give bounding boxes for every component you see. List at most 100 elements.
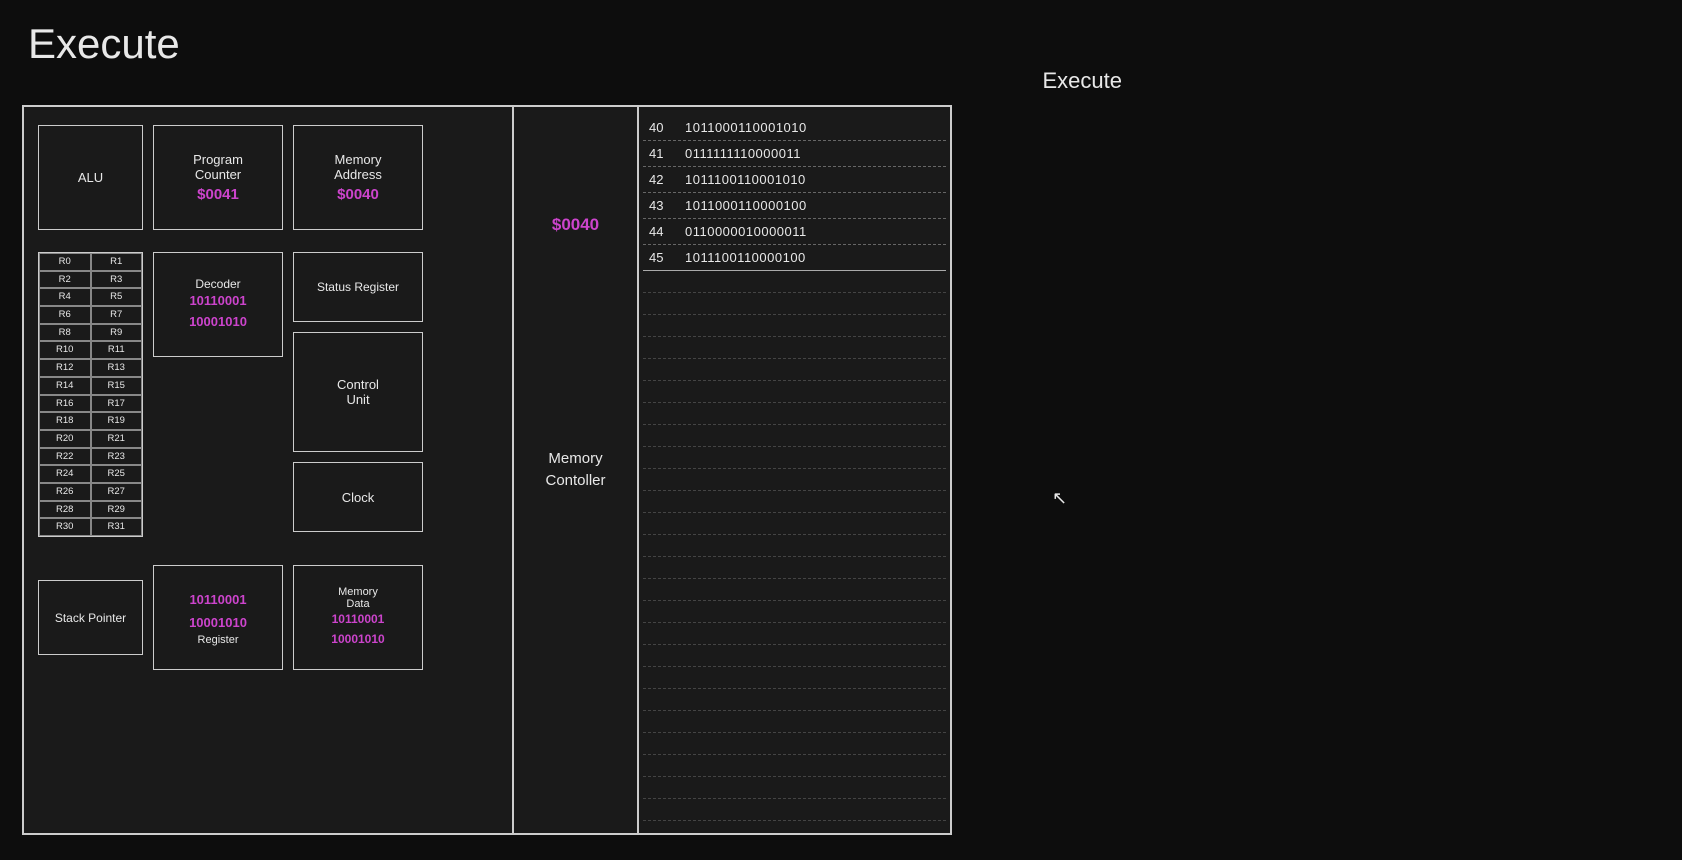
- reg-r10: R10: [39, 341, 91, 359]
- memory-address-display: $0040: [552, 215, 599, 235]
- mc-inner: $0040 Memory Contoller: [514, 107, 637, 833]
- empty-row-16: [643, 601, 946, 623]
- empty-row-20: [643, 689, 946, 711]
- empty-row-7: [643, 403, 946, 425]
- empty-row-5: [643, 359, 946, 381]
- empty-row-10: [643, 469, 946, 491]
- reg-r28: R28: [39, 501, 91, 519]
- reg-r17: R17: [91, 395, 143, 413]
- reg-r4: R4: [39, 288, 91, 306]
- reg-r27: R27: [91, 483, 143, 501]
- empty-row-8: [643, 425, 946, 447]
- empty-row-23: [643, 755, 946, 777]
- reg-r12: R12: [39, 359, 91, 377]
- empty-row-17: [643, 623, 946, 645]
- reg-r22: R22: [39, 448, 91, 466]
- memory-row-45: 45 1011100110000100: [643, 245, 946, 271]
- status-register-box: Status Register: [293, 252, 423, 322]
- reg-r14: R14: [39, 377, 91, 395]
- cursor: ↖: [1052, 488, 1067, 509]
- empty-row-13: [643, 535, 946, 557]
- cpu-middle-area: R0 R1 R2 R3 R4 R5 R6 R7 R8 R9 R10 R11 R1…: [38, 252, 498, 537]
- ir-binary1: 10110001: [189, 589, 247, 611]
- clock-label: Clock: [342, 490, 375, 505]
- alu-box: ALU: [38, 125, 143, 230]
- reg-r18: R18: [39, 412, 91, 430]
- reg-r19: R19: [91, 412, 143, 430]
- empty-row-22: [643, 733, 946, 755]
- stack-pointer-label: Stack Pointer: [55, 611, 126, 625]
- stack-pointer-box: Stack Pointer: [38, 580, 143, 655]
- md-binary1: 10110001: [331, 610, 384, 629]
- reg-r26: R26: [39, 483, 91, 501]
- empty-row-14: [643, 557, 946, 579]
- empty-row-11: [643, 491, 946, 513]
- empty-row-18: [643, 645, 946, 667]
- clock-box: Clock: [293, 462, 423, 532]
- memory-table-section: 40 1011000110001010 41 0111111110000011 …: [639, 107, 950, 833]
- control-unit-box: Control Unit: [293, 332, 423, 452]
- memory-row-41: 41 0111111110000011: [643, 141, 946, 167]
- reg-r25: R25: [91, 465, 143, 483]
- alu-label: ALU: [78, 170, 103, 185]
- reg-r23: R23: [91, 448, 143, 466]
- reg-r5: R5: [91, 288, 143, 306]
- decoder-binary1: 10110001: [189, 291, 247, 312]
- md-binary2: 10001010: [331, 630, 384, 649]
- ma-label1: Memory: [335, 152, 382, 167]
- sidebar-title: Execute: [1043, 68, 1123, 94]
- reg-r1: R1: [91, 253, 143, 271]
- empty-row-9: [643, 447, 946, 469]
- mc-label2: Contoller: [545, 470, 605, 493]
- page-title: Execute: [28, 20, 180, 68]
- empty-row-21: [643, 711, 946, 733]
- empty-row-3: [643, 315, 946, 337]
- reg-r21: R21: [91, 430, 143, 448]
- empty-row-19: [643, 667, 946, 689]
- md-label2: Data: [346, 598, 369, 610]
- register-file: R0 R1 R2 R3 R4 R5 R6 R7 R8 R9 R10 R11 R1…: [38, 252, 143, 537]
- pc-value: $0041: [197, 186, 239, 203]
- cpu-bottom-area: Stack Pointer 10110001 10001010 Register…: [38, 565, 498, 670]
- control-unit-label1: Control: [337, 377, 379, 392]
- reg-r24: R24: [39, 465, 91, 483]
- reg-r16: R16: [39, 395, 91, 413]
- decoder-binary2: 10001010: [189, 312, 247, 333]
- ir-label: Register: [198, 634, 239, 646]
- status-register-label: Status Register: [317, 280, 399, 294]
- empty-row-1: [643, 271, 946, 293]
- control-unit-label2: Unit: [346, 392, 369, 407]
- right-controls: Status Register Control Unit Clock: [293, 252, 423, 537]
- reg-r9: R9: [91, 324, 143, 342]
- decoder-box: Decoder 10110001 10001010: [153, 252, 283, 357]
- memory-row-40: 40 1011000110001010: [643, 115, 946, 141]
- reg-r15: R15: [91, 377, 143, 395]
- cpu-section: ALU Program Counter $0041 Memory Address…: [24, 107, 514, 833]
- empty-row-15: [643, 579, 946, 601]
- empty-row-25: [643, 799, 946, 821]
- reg-r29: R29: [91, 501, 143, 519]
- reg-r30: R30: [39, 518, 91, 536]
- ma-label2: Address: [334, 167, 382, 182]
- reg-r13: R13: [91, 359, 143, 377]
- reg-r7: R7: [91, 306, 143, 324]
- decoder-label: Decoder: [195, 277, 240, 291]
- reg-r11: R11: [91, 341, 143, 359]
- memory-address-box: Memory Address $0040: [293, 125, 423, 230]
- memory-controller-section: $0040 Memory Contoller: [514, 107, 639, 833]
- reg-r3: R3: [91, 271, 143, 289]
- memory-row-44: 44 0110000010000011: [643, 219, 946, 245]
- program-counter-box: Program Counter $0041: [153, 125, 283, 230]
- empty-row-24: [643, 777, 946, 799]
- empty-row-4: [643, 337, 946, 359]
- cpu-top-row: ALU Program Counter $0041 Memory Address…: [38, 125, 498, 230]
- empty-row-12: [643, 513, 946, 535]
- reg-r31: R31: [91, 518, 143, 536]
- reg-r0: R0: [39, 253, 91, 271]
- reg-r20: R20: [39, 430, 91, 448]
- pc-label1: Program: [193, 152, 243, 167]
- reg-r8: R8: [39, 324, 91, 342]
- reg-r2: R2: [39, 271, 91, 289]
- empty-row-6: [643, 381, 946, 403]
- ir-binary2: 10001010: [189, 612, 247, 634]
